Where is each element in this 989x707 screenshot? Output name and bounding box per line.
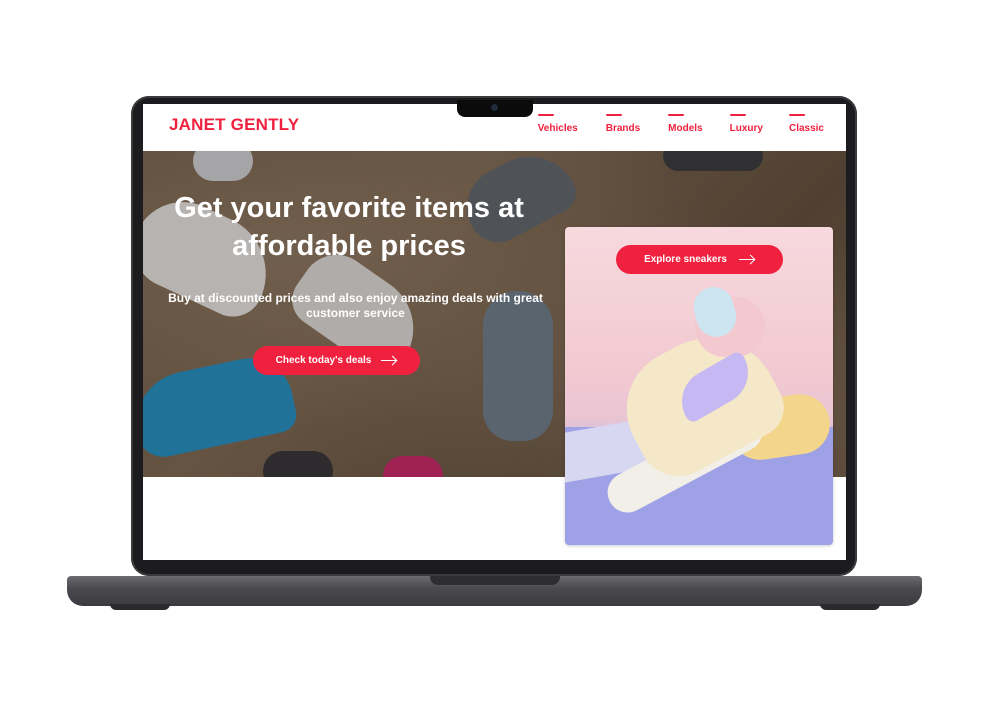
laptop-foot (820, 604, 880, 610)
nav-item-classic[interactable]: Classic (788, 114, 824, 134)
hero-title: Get your favorite items at affordable pr… (174, 192, 524, 262)
site-logo[interactable]: JANET GENTLY (169, 115, 299, 135)
laptop-screen: JANET GENTLY Vehicles Brands Models Luxu… (143, 104, 846, 560)
nav-item-vehicles[interactable]: Vehicles (537, 114, 578, 134)
arrow-right-icon (381, 356, 397, 366)
explore-sneakers-label: Explore sneakers (644, 254, 727, 265)
nav-item-brands[interactable]: Brands (605, 114, 640, 134)
hero-subtitle: Buy at discounted prices and also enjoy … (168, 291, 543, 320)
check-deals-button[interactable]: Check today's deals (253, 346, 420, 375)
laptop-base-groove (430, 576, 560, 585)
check-deals-label: Check today's deals (275, 355, 372, 366)
camera-icon (491, 104, 498, 111)
main-nav: Vehicles Brands Models Luxury Classic (537, 114, 824, 134)
nav-item-luxury[interactable]: Luxury (729, 114, 763, 134)
explore-sneakers-button[interactable]: Explore sneakers (616, 245, 783, 274)
sneaker-product-card[interactable]: Explore sneakers (565, 227, 833, 545)
nav-item-models[interactable]: Models (668, 114, 703, 134)
arrow-right-icon (738, 255, 755, 265)
laptop-foot (110, 604, 170, 610)
